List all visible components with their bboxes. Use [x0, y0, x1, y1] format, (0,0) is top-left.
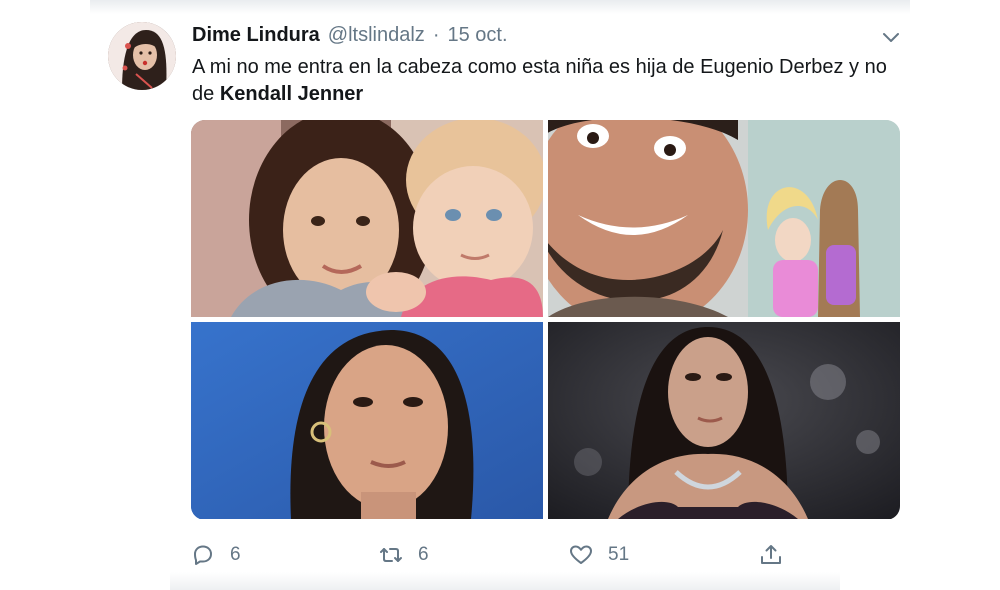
reply-button[interactable]: 6 [190, 540, 241, 570]
retweet-count: 6 [418, 544, 429, 565]
tweet-text-bold: Kendall Jenner [219, 83, 364, 105]
share-icon [758, 542, 784, 568]
next-tweet-edge [170, 572, 840, 590]
author-handle[interactable]: @ltslindalz [328, 24, 425, 47]
retweet-button[interactable]: 6 [378, 540, 429, 570]
tweet-screenshot: Dime Lindura @ltslindalz · 15 oct. A mi … [0, 0, 1000, 590]
retweet-icon [378, 542, 404, 568]
tweet-text: A mi no me entra en la cabeza como esta … [192, 54, 912, 108]
photo-two-children[interactable] [191, 120, 543, 317]
like-button[interactable]: 51 [568, 540, 629, 570]
photo-man-selfie-with-dolls[interactable] [548, 120, 900, 317]
reply-icon [190, 542, 216, 568]
photo-woman-portrait-blue[interactable] [191, 322, 543, 519]
tweet-actions: 6 6 51 [190, 540, 810, 570]
previous-tweet-edge [90, 0, 910, 14]
tweet-header: Dime Lindura @ltslindalz · 15 oct. [192, 24, 508, 50]
avatar-image [108, 22, 176, 90]
chevron-down-icon[interactable] [880, 28, 902, 46]
header-separator: · [432, 24, 440, 46]
share-button[interactable] [758, 540, 784, 570]
heart-icon [568, 542, 594, 568]
tweet-timestamp[interactable]: 15 oct. [447, 24, 507, 47]
like-count: 51 [608, 544, 630, 565]
photo-woman-portrait-dark[interactable] [548, 322, 900, 519]
media-grid [191, 120, 900, 520]
author-display-name[interactable]: Dime Lindura [192, 24, 320, 47]
reply-count: 6 [230, 544, 241, 565]
author-avatar[interactable] [108, 22, 176, 90]
